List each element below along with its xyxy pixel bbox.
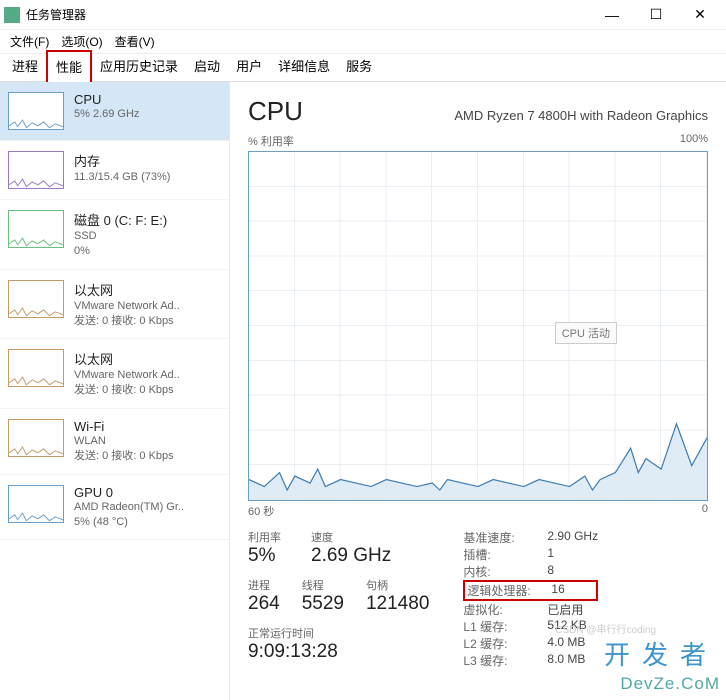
watermark-url: DevZe.CoM: [620, 674, 720, 694]
spec-row-1: 插槽:1: [463, 546, 598, 563]
sidebar-thumb: [8, 349, 64, 387]
stat-thread-value: 5529: [302, 593, 344, 615]
maximize-button[interactable]: ☐: [634, 0, 678, 30]
perf-detail-panel: CPU AMD Ryzen 7 4800H with Radeon Graphi…: [230, 82, 726, 700]
sidebar-item-2[interactable]: 磁盘 0 (C: F: E:)SSD0%: [0, 200, 229, 270]
sidebar-item-name: GPU 0: [74, 485, 184, 500]
spec-row-3: 逻辑处理器:16: [463, 580, 598, 601]
sidebar-thumb: [8, 485, 64, 523]
menu-options[interactable]: 选项(O): [55, 31, 108, 52]
stat-util-label: 利用率: [248, 529, 281, 545]
stat-thread-label: 线程: [302, 577, 344, 593]
spec-row-6: L2 缓存:4.0 MB: [463, 635, 598, 652]
sidebar-item-sub: SSD: [74, 229, 167, 244]
app-icon: [4, 7, 20, 23]
spec-row-0: 基准速度:2.90 GHz: [463, 529, 598, 546]
sidebar-item-sub: 5% 2.69 GHz: [74, 107, 139, 122]
sidebar-item-name: Wi-Fi: [74, 419, 174, 434]
sidebar-item-sub: AMD Radeon(TM) Gr..: [74, 500, 184, 515]
sidebar-item-sub2: 0%: [74, 244, 167, 259]
chart-annotation: CPU 活动: [555, 322, 617, 344]
stat-uptime-value: 9:09:13:28: [248, 641, 429, 663]
sidebar-item-sub: WLAN: [74, 434, 174, 449]
sidebar-item-name: 以太网: [74, 349, 180, 368]
sidebar-item-name: 磁盘 0 (C: F: E:): [74, 210, 167, 229]
stat-proc-value: 264: [248, 593, 280, 615]
spec-row-2: 内核:8: [463, 563, 598, 580]
sidebar-item-sub: VMware Network Ad..: [74, 368, 180, 383]
spec-row-4: 虚拟化:已启用: [463, 601, 598, 618]
sidebar-item-0[interactable]: CPU5% 2.69 GHz: [0, 82, 229, 141]
sidebar-item-name: 内存: [74, 151, 170, 170]
sidebar-item-name: CPU: [74, 92, 139, 107]
sidebar-item-name: 以太网: [74, 280, 180, 299]
stat-speed-value: 2.69 GHz: [311, 545, 391, 567]
sidebar-item-3[interactable]: 以太网VMware Network Ad..发送: 0 接收: 0 Kbps: [0, 270, 229, 340]
close-button[interactable]: ✕: [678, 0, 722, 30]
sidebar-item-sub2: 发送: 0 接收: 0 Kbps: [74, 314, 180, 329]
sidebar-item-sub2: 发送: 0 接收: 0 Kbps: [74, 383, 180, 398]
spec-row-7: L3 缓存:8.0 MB: [463, 652, 598, 669]
window-titlebar: 任务管理器 — ☐ ✕: [0, 0, 726, 30]
sidebar-item-sub2: 5% (48 °C): [74, 515, 184, 530]
sidebar-thumb: [8, 151, 64, 189]
minimize-button[interactable]: —: [590, 0, 634, 30]
sidebar-item-5[interactable]: Wi-FiWLAN发送: 0 接收: 0 Kbps: [0, 409, 229, 475]
sidebar-item-1[interactable]: 内存11.3/15.4 GB (73%): [0, 141, 229, 200]
cpu-spec-table: 基准速度:2.90 GHz插槽:1内核:8逻辑处理器:16虚拟化:已启用L1 缓…: [463, 529, 598, 673]
menu-file[interactable]: 文件(F): [4, 31, 55, 52]
sidebar-item-sub: 11.3/15.4 GB (73%): [74, 170, 170, 185]
axis-bottom-left: 60 秒: [248, 503, 274, 519]
stat-speed-label: 速度: [311, 529, 391, 545]
stat-util-value: 5%: [248, 545, 281, 567]
tab-strip: 进程性能应用历史记录启动用户详细信息服务: [0, 54, 726, 82]
axis-top-right: 100%: [680, 133, 708, 149]
sidebar-thumb: [8, 92, 64, 130]
sidebar-thumb: [8, 210, 64, 248]
spec-row-5: L1 缓存:512 KB: [463, 618, 598, 635]
cpu-title: CPU: [248, 96, 303, 127]
tab-3[interactable]: 启动: [186, 51, 228, 81]
tab-0[interactable]: 进程: [4, 51, 46, 81]
tab-2[interactable]: 应用历史记录: [92, 51, 186, 81]
tab-1[interactable]: 性能: [46, 50, 92, 82]
stat-handle-label: 句柄: [366, 577, 429, 593]
sidebar-item-sub: VMware Network Ad..: [74, 299, 180, 314]
sidebar-thumb: [8, 419, 64, 457]
stat-handle-value: 121480: [366, 593, 429, 615]
cpu-chart[interactable]: CPU 活动: [248, 151, 708, 501]
axis-bottom-right: 0: [702, 503, 708, 519]
window-title: 任务管理器: [26, 6, 590, 23]
sidebar-item-sub2: 发送: 0 接收: 0 Kbps: [74, 449, 174, 464]
tab-5[interactable]: 详细信息: [270, 51, 338, 81]
sidebar-item-4[interactable]: 以太网VMware Network Ad..发送: 0 接收: 0 Kbps: [0, 339, 229, 409]
menu-view[interactable]: 查看(V): [109, 31, 161, 52]
axis-top-left: % 利用率: [248, 133, 294, 149]
stat-proc-label: 进程: [248, 577, 280, 593]
stat-uptime-label: 正常运行时间: [248, 625, 429, 641]
cpu-model: AMD Ryzen 7 4800H with Radeon Graphics: [454, 108, 708, 123]
tab-4[interactable]: 用户: [228, 51, 270, 81]
tab-6[interactable]: 服务: [338, 51, 380, 81]
sidebar-thumb: [8, 280, 64, 318]
perf-sidebar: CPU5% 2.69 GHz内存11.3/15.4 GB (73%)磁盘 0 (…: [0, 82, 230, 700]
sidebar-item-6[interactable]: GPU 0AMD Radeon(TM) Gr..5% (48 °C): [0, 475, 229, 541]
